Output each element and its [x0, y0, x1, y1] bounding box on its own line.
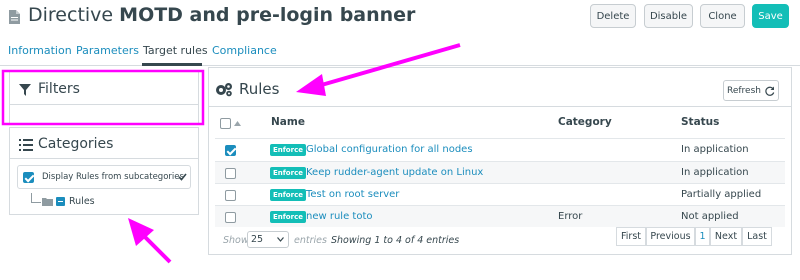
- filters-title: Filters: [38, 81, 80, 97]
- row-checkbox[interactable]: [225, 168, 236, 179]
- pager-first[interactable]: First: [616, 227, 646, 246]
- check-icon: [178, 173, 187, 181]
- delete-button[interactable]: Delete: [590, 4, 636, 28]
- pager-next[interactable]: Next: [710, 227, 742, 246]
- tree-connector: [31, 193, 41, 203]
- tab-bar: Information Parameters Target rules Comp…: [0, 36, 800, 66]
- rule-category: Error: [558, 211, 583, 222]
- active-tab-indicator: [142, 63, 202, 66]
- filters-divider: [10, 104, 198, 105]
- folder-icon: [42, 198, 53, 206]
- select-all-checkbox[interactable]: [220, 118, 231, 129]
- tab-parameters[interactable]: Parameters: [76, 44, 139, 57]
- chevron-down-icon: [277, 237, 284, 242]
- table-row[interactable]: Enforce Test on root server Partially appl…: [215, 183, 785, 205]
- gears-icon: [216, 83, 232, 97]
- enforce-badge: Enforce: [270, 167, 306, 179]
- rule-name-link[interactable]: Test on root server: [306, 189, 399, 200]
- categories-title: Categories: [38, 136, 114, 152]
- table-row[interactable]: Enforce Global configuration for all node…: [215, 138, 785, 160]
- arrow-to-category-tree: [128, 218, 172, 264]
- document-icon: [9, 10, 20, 24]
- categories-divider: [10, 158, 198, 159]
- subcategories-checkbox[interactable]: [23, 172, 34, 183]
- column-header-name[interactable]: Name: [271, 116, 305, 128]
- rule-name-link[interactable]: Global configuration for all nodes: [306, 144, 473, 155]
- sort-up-icon[interactable]: [234, 121, 241, 126]
- enforce-badge: Enforce: [270, 189, 306, 201]
- rule-status: In application: [681, 144, 749, 155]
- tree-root-rules[interactable]: Rules: [69, 196, 95, 207]
- refresh-button[interactable]: Refresh: [723, 80, 779, 101]
- disable-button[interactable]: Disable: [644, 4, 693, 28]
- clone-button[interactable]: Clone: [700, 4, 745, 28]
- table-row[interactable]: Enforce Keep rudder-agent update on Linux…: [215, 161, 785, 183]
- rule-status: Not applied: [681, 211, 739, 222]
- column-header-status[interactable]: Status: [681, 116, 719, 128]
- subcategories-toggle[interactable]: Display Rules from subcategories: [17, 165, 191, 189]
- pager-current[interactable]: 1: [695, 227, 710, 246]
- entries-info: Showing 1 to 4 of 4 entries: [331, 235, 460, 246]
- enforce-badge: Enforce: [270, 211, 306, 223]
- page-header: Directive MOTD and pre-login banner Dele…: [0, 0, 800, 36]
- rule-status: Partially applied: [681, 189, 762, 200]
- pager-previous[interactable]: Previous: [646, 227, 695, 246]
- rule-name-link[interactable]: Keep rudder-agent update on Linux: [306, 167, 483, 178]
- enforce-badge: Enforce: [270, 144, 306, 156]
- save-button[interactable]: Save: [752, 4, 789, 28]
- table-row[interactable]: Enforce new rule toto Error Not applied: [215, 205, 785, 227]
- refresh-label: Refresh: [727, 85, 761, 96]
- column-header-category[interactable]: Category: [558, 116, 612, 128]
- row-checkbox[interactable]: [225, 212, 236, 223]
- refresh-icon: [765, 86, 775, 96]
- rule-name-link[interactable]: new rule toto: [306, 211, 372, 222]
- rule-status: In application: [681, 167, 749, 178]
- rules-title: Rules: [239, 80, 280, 98]
- collapse-icon[interactable]: [56, 197, 65, 206]
- subcategories-label: Display Rules from subcategories: [42, 172, 184, 182]
- tab-compliance[interactable]: Compliance: [212, 44, 277, 57]
- list-icon: [19, 139, 33, 151]
- filters-panel: Filters: [9, 71, 199, 125]
- page-size-select[interactable]: 25: [247, 231, 289, 248]
- filter-icon: [19, 84, 31, 96]
- page-size-value: 25: [251, 234, 264, 245]
- title-prefix: Directive: [28, 4, 114, 26]
- show-label: Show: [223, 235, 249, 246]
- tab-information[interactable]: Information: [8, 44, 72, 57]
- pager-last[interactable]: Last: [742, 227, 772, 246]
- tab-target-rules[interactable]: Target rules: [143, 44, 208, 57]
- page-title: Directive MOTD and pre-login banner: [28, 4, 415, 26]
- directive-name: MOTD and pre-login banner: [119, 4, 416, 26]
- rules-header-divider: [208, 106, 792, 107]
- row-checkbox[interactable]: [225, 190, 236, 201]
- entries-label: entries: [294, 235, 327, 246]
- row-checkbox[interactable]: [225, 145, 236, 156]
